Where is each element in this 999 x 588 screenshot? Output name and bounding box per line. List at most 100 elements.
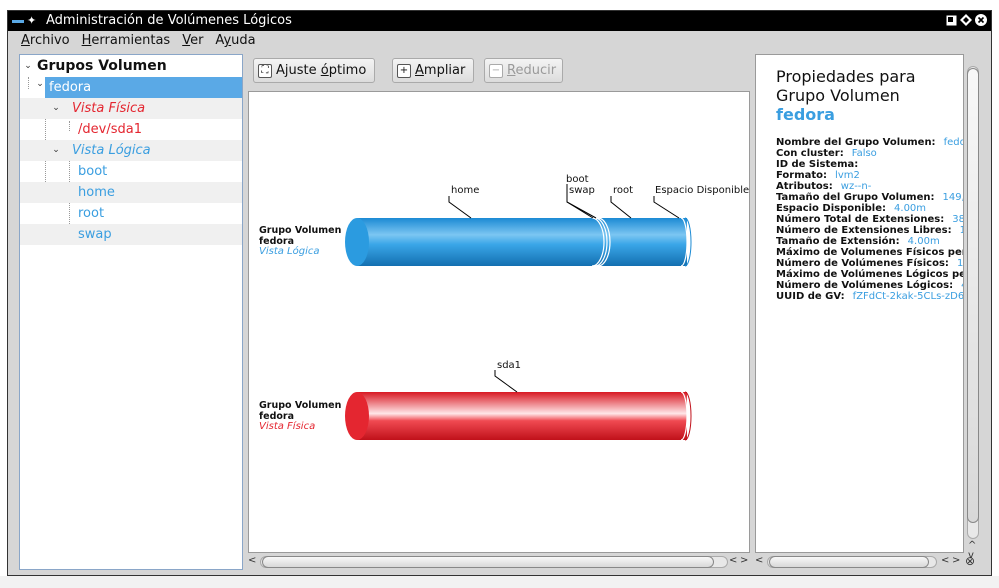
- property-value: 4.00m: [907, 236, 940, 247]
- property-row: Atributos: wz--n-: [776, 181, 871, 192]
- close-icon[interactable]: [975, 14, 987, 26]
- property-label: Tamaño del Grupo Volumen:: [776, 192, 935, 203]
- chevron-right-icon[interactable]: >: [740, 555, 748, 566]
- chevron-left-icon[interactable]: <: [941, 555, 949, 566]
- tree-item-fedora[interactable]: fedora: [45, 77, 242, 98]
- properties-horizontal-scrollbar[interactable]: < < > ⊗: [755, 554, 979, 569]
- window-title: Administración de Volúmenes Lógicos: [46, 13, 292, 28]
- logical-view-cylinder[interactable]: [345, 217, 692, 267]
- chevron-down-icon[interactable]: ⌄: [51, 140, 61, 161]
- tree-item-logical-view[interactable]: ⌄ Vista Lógica: [20, 140, 242, 161]
- logical-leader-lines: [448, 184, 680, 219]
- property-value: Falso: [851, 148, 877, 159]
- property-value: 1: [956, 258, 964, 269]
- volume-tree[interactable]: ⌄ Grupos Volumen fedora ⌄ ⌄ Vista Física…: [19, 54, 243, 570]
- canvas-horizontal-scrollbar[interactable]: < < >: [248, 555, 750, 569]
- tree-item-lv-swap[interactable]: swap: [20, 224, 242, 245]
- property-label: Número Total de Extensiones:: [776, 214, 945, 225]
- menu-archivo[interactable]: Archivo: [8, 31, 76, 51]
- segment-label-root: root: [613, 185, 634, 196]
- property-value: lvm2: [835, 170, 860, 181]
- scrollbar-thumb[interactable]: [769, 556, 929, 568]
- minimize-icon[interactable]: [945, 14, 957, 26]
- zoom-out-button[interactable]: − Reducir: [484, 58, 563, 83]
- property-row: UUID de GV: fZFdCt-2kak-5CLs-zD6: [776, 291, 964, 302]
- property-row: Tamaño de Extensión: 4.00m: [776, 236, 940, 247]
- segment-label-home: home: [451, 185, 480, 196]
- volume-diagram-canvas[interactable]: Grupo Volumen fedora Vista Lógica home b…: [248, 91, 750, 553]
- property-label: ID de Sistema:: [776, 159, 859, 170]
- chevron-right-icon[interactable]: >: [952, 555, 960, 566]
- physical-view-cylinder[interactable]: [345, 391, 692, 441]
- property-label: Máximo de Volumenes Físicos per: [776, 247, 964, 258]
- chevron-left-icon[interactable]: <: [755, 555, 763, 566]
- desktop-background-bottom: [0, 576, 999, 588]
- tree-item-physical-view[interactable]: ⌄ Vista Física: [20, 98, 242, 119]
- title-bar[interactable]: ✦ Administración de Volúmenes Lógicos: [8, 11, 991, 31]
- tree-item-pv-sda1[interactable]: /dev/sda1: [20, 119, 242, 140]
- property-label: Número de Volúmenes Físicos:: [776, 258, 949, 269]
- desktop-background: [0, 0, 999, 10]
- window-menu[interactable]: ✦: [12, 11, 36, 31]
- property-label: Espacio Disponible:: [776, 203, 887, 214]
- tree-item-lv-home[interactable]: home: [20, 182, 242, 203]
- close-icon[interactable]: ⊗: [965, 554, 975, 568]
- window-menu-icon[interactable]: [12, 20, 24, 23]
- property-label: Nombre del Grupo Volumen:: [776, 137, 936, 148]
- chevron-down-icon[interactable]: ⌄: [35, 79, 45, 89]
- segment-label-sda1: sda1: [497, 360, 522, 371]
- property-value: 4: [961, 280, 963, 291]
- menu-ayuda[interactable]: Ayuda: [209, 31, 261, 51]
- chevron-left-icon[interactable]: <: [248, 555, 256, 566]
- menu-ver[interactable]: Ver: [176, 31, 209, 51]
- properties-group-name: fedora: [776, 105, 835, 124]
- chevron-down-icon[interactable]: ⌄: [51, 98, 61, 119]
- property-label: Con cluster:: [776, 148, 844, 159]
- property-label: UUID de GV:: [776, 291, 845, 302]
- property-row: Máximo de Volúmenes Lógicos pe: [776, 269, 963, 280]
- tree-guide-line: [28, 77, 29, 89]
- plus-icon: +: [397, 63, 411, 78]
- desktop-background-right: [992, 10, 999, 576]
- property-value: wz--n-: [840, 181, 872, 192]
- property-label: Formato:: [776, 170, 828, 181]
- property-row: Número Total de Extensiones: 38: [776, 214, 964, 225]
- scrollbar-thumb[interactable]: [262, 556, 714, 568]
- property-value: 38: [952, 214, 964, 225]
- fit-icon: ⛶: [258, 63, 272, 78]
- fit-button[interactable]: ⛶ Ajuste óptimo: [253, 58, 375, 83]
- property-row: Tamaño del Grupo Volumen: 149,: [776, 192, 963, 203]
- physical-leader-lines: [494, 370, 518, 393]
- logical-group-label: Grupo Volumen fedora: [259, 225, 342, 247]
- properties-vertical-scrollbar[interactable]: ^ v: [966, 66, 980, 561]
- property-row: ID de Sistema:: [776, 159, 866, 170]
- pin-icon[interactable]: ✦: [27, 11, 36, 31]
- property-value: fZFdCt-2kak-5CLs-zD6: [852, 291, 964, 302]
- properties-title: Propiedades para Grupo Volumen: [776, 67, 916, 105]
- property-row: Nombre del Grupo Volumen: fedo: [776, 137, 964, 148]
- property-label: Tamaño de Extensión:: [776, 236, 900, 247]
- minus-icon: −: [489, 63, 503, 78]
- property-value: fedo: [943, 137, 964, 148]
- desktop-background-left: [0, 10, 7, 576]
- volume-diagram: [345, 184, 692, 441]
- property-row: Espacio Disponible: 4.00m: [776, 203, 926, 214]
- property-value: 1: [960, 225, 963, 236]
- chevron-left-icon[interactable]: <: [729, 555, 737, 566]
- physical-group-label: Grupo Volumen fedora: [259, 400, 342, 422]
- segment-label-boot: boot: [566, 174, 589, 185]
- scrollbar-thumb[interactable]: [967, 68, 979, 523]
- menu-herramientas[interactable]: Herramientas: [76, 31, 177, 51]
- properties-panel: Propiedades para Grupo Volumen fedora No…: [755, 54, 964, 553]
- property-row: Número de Volúmenes Físicos: 1: [776, 258, 963, 269]
- property-row: Máximo de Volumenes Físicos per: [776, 247, 964, 258]
- property-row: Con cluster: Falso: [776, 148, 877, 159]
- segment-label-swap: swap: [569, 185, 595, 196]
- property-row: Formato: lvm2: [776, 170, 860, 181]
- tree-item-lv-boot[interactable]: boot: [20, 161, 242, 182]
- zoom-in-button[interactable]: + Ampliar: [392, 58, 474, 83]
- maximize-icon[interactable]: [960, 14, 972, 26]
- tree-item-root[interactable]: ⌄ Grupos Volumen: [20, 56, 242, 77]
- chevron-down-icon[interactable]: ⌄: [23, 56, 33, 77]
- tree-item-lv-root[interactable]: root: [20, 203, 242, 224]
